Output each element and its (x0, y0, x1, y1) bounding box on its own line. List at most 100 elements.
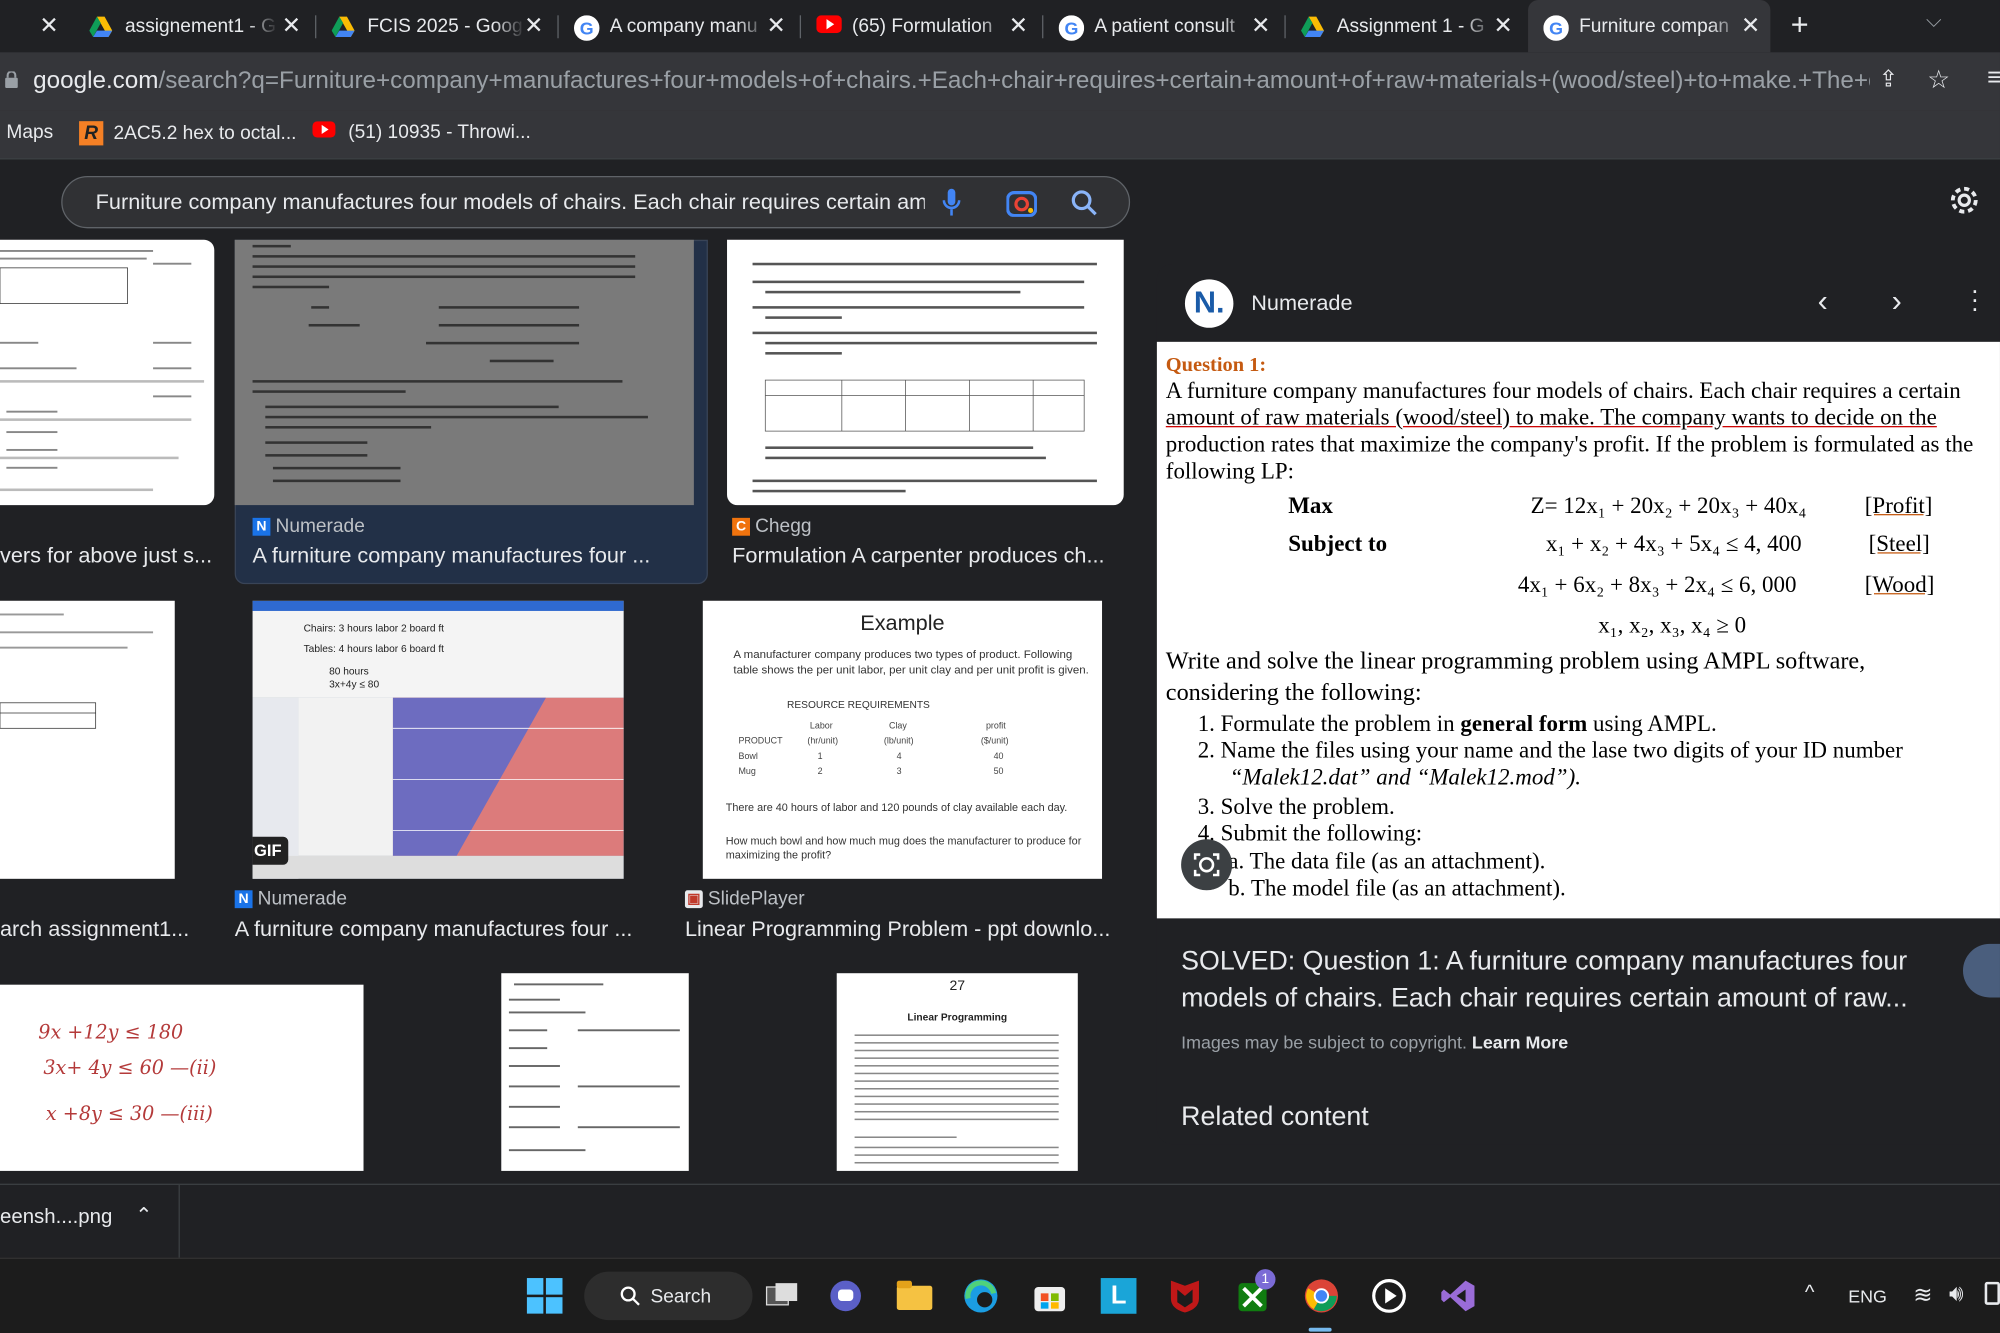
google-lens-icon[interactable] (1006, 189, 1038, 223)
close-icon[interactable]: ✕ (1251, 13, 1270, 40)
tab-fcis-2025[interactable]: FCIS 2025 - Goog ✕ (316, 0, 553, 52)
result-thumbnail[interactable]: 9x +12y ≤ 180 3x+ 4y ≤ 60 —(ii) x +8y ≤ … (0, 984, 364, 1171)
instruction-item: b. The model file (as an attachment). (1228, 874, 1566, 901)
result-caption[interactable]: Formulation A carpenter produces ch... (732, 543, 1121, 569)
tab-assignement1[interactable]: assignement1 - G ✕ (74, 0, 311, 52)
chevron-right-icon[interactable]: › (1892, 284, 1902, 320)
chevron-up-icon[interactable]: ⌃ (135, 1203, 152, 1229)
tab-furniture-compan[interactable]: G Furniture compan ✕ (1528, 0, 1771, 53)
search-input[interactable]: Furniture company manufactures four mode… (96, 190, 925, 216)
microphone-icon[interactable] (942, 187, 961, 224)
constraint-steel: x₁ + x₂ + 4x₃ + 5x₄ ≤ 4, 400 (1545, 530, 1802, 557)
svg-text:profit: profit (986, 720, 1006, 730)
close-icon[interactable]: ✕ (282, 13, 301, 40)
result-thumbnail[interactable] (234, 239, 694, 506)
result-thumbnail[interactable] (727, 239, 1124, 506)
close-icon[interactable]: ✕ (1009, 13, 1028, 40)
result-thumbnail[interactable] (0, 239, 215, 506)
tab-formulation[interactable]: (65) Formulation ✕ (801, 0, 1038, 52)
search-icon[interactable] (1070, 189, 1098, 223)
battery-icon[interactable] (1984, 1281, 2000, 1305)
bookmark-maps[interactable]: Maps (6, 121, 53, 143)
task-view-icon[interactable] (763, 1277, 801, 1315)
store-icon[interactable] (1031, 1277, 1069, 1315)
slideplayer-logo-icon: ▣ (684, 889, 703, 908)
share-icon[interactable]: ⇪ (1879, 66, 1898, 93)
mcafee-icon[interactable] (1166, 1277, 1204, 1315)
result-caption[interactable]: arch assignment1... (0, 917, 214, 943)
chevron-left-icon[interactable]: ‹ (1818, 284, 1828, 320)
chegg-logo-icon: C (732, 517, 750, 536)
media-player-icon[interactable] (1370, 1277, 1408, 1315)
instruction-text: Write and solve the linear programming p… (1165, 647, 1866, 675)
windows-start-icon[interactable] (526, 1277, 564, 1315)
tab-a-patient-consult[interactable]: G A patient consult ✕ (1043, 0, 1280, 52)
edge-icon[interactable] (962, 1277, 1000, 1315)
google-icon: G (1058, 14, 1085, 41)
result-thumbnail[interactable]: Chairs: 3 hours labor 2 board ft Tables: … (252, 600, 624, 879)
wifi-icon[interactable]: ≋ (1913, 1282, 1932, 1309)
youtube-icon (816, 14, 842, 38)
language-indicator[interactable]: ENG (1848, 1286, 1887, 1306)
search-box[interactable]: Furniture company manufactures four mode… (61, 176, 1131, 229)
download-item[interactable]: eensh....png (0, 1207, 112, 1230)
preview-image[interactable]: Question 1: A furniture company manufact… (1156, 341, 2000, 919)
new-tab-button[interactable]: + (1791, 8, 1809, 44)
menu-icon[interactable]: ≡ (1987, 64, 2000, 93)
result-thumbnail[interactable] (0, 600, 175, 879)
tab-title: Furniture compan (1579, 15, 1730, 37)
tab-close-button[interactable]: ✕ (26, 0, 69, 52)
bookmark-star-icon[interactable]: ☆ (1927, 64, 1950, 96)
close-icon[interactable]: ✕ (1741, 13, 1760, 40)
visit-button[interactable] (1962, 943, 2000, 998)
learn-more-link[interactable]: Learn More (1472, 1032, 1568, 1052)
numerade-logo-icon: N (252, 517, 271, 536)
result-thumbnail[interactable] (501, 973, 689, 1171)
lens-search-icon[interactable] (1181, 839, 1233, 891)
tab-search-chevron-icon[interactable]: ⌵ (1926, 10, 1941, 33)
close-icon[interactable]: ✕ (524, 13, 543, 40)
instruction-item: 1. Formulate the problem in general form… (1197, 710, 1717, 736)
tray-chevron-up-icon[interactable]: ^ (1805, 1282, 1815, 1305)
visual-studio-icon[interactable] (1439, 1277, 1477, 1315)
volume-icon[interactable]: 🔊︎ (1949, 1281, 1963, 1308)
instruction-item: 3. Solve the problem. (1197, 793, 1395, 819)
l-app-icon[interactable]: L (1099, 1277, 1137, 1315)
result-caption[interactable]: A furniture company manufactures four ..… (253, 543, 693, 569)
result-caption[interactable]: A furniture company manufactures four ..… (235, 917, 643, 943)
tab-title: FCIS 2025 - Goog (367, 15, 523, 37)
result-caption[interactable]: Linear Programming Problem - ppt downlo.… (685, 917, 1119, 943)
panel-title[interactable]: SOLVED: Question 1: A furniture company … (1181, 943, 1908, 1017)
result-caption[interactable]: vers for above just s... (0, 543, 214, 569)
tab-a-company-manu[interactable]: G A company manu ✕ (559, 0, 796, 52)
lp-heading: Linear Programming (907, 1011, 1008, 1023)
svg-text:40: 40 (994, 751, 1004, 761)
result-thumbnail[interactable]: Example A manufacturer company produces … (702, 600, 1103, 879)
close-icon[interactable]: ✕ (766, 13, 785, 40)
instruction-item: a. The data file (as an attachment). (1228, 848, 1546, 874)
taskbar-search[interactable]: Search (584, 1271, 753, 1321)
result-thumbnail[interactable]: 27 Linear Programming (836, 973, 1078, 1171)
bookmark-hex-to-octal[interactable]: R 2AC5.2 hex to octal... (79, 121, 296, 146)
file-explorer-icon[interactable] (895, 1277, 933, 1315)
svg-text:Mug: Mug (739, 766, 756, 776)
teams-chat-icon[interactable] (827, 1277, 865, 1315)
close-icon[interactable]: ✕ (39, 13, 58, 40)
panel-site-name[interactable]: Numerade (1251, 291, 1352, 317)
tab-title: A patient consult (1094, 15, 1235, 37)
profit-tag: [Profit] (1864, 492, 1933, 518)
related-content-heading: Related content (1181, 1102, 1369, 1132)
windows-taskbar: Search L 1 ^ ENG ≋ 🔊︎ (0, 1257, 2000, 1333)
settings-gear-icon[interactable] (1946, 182, 1982, 224)
example-footer: How much bowl and how much mug does the … (725, 834, 1082, 861)
url-text[interactable]: google.com/search?q=Furniture+company+ma… (33, 68, 1870, 96)
xbox-icon[interactable]: 1 (1235, 1269, 1276, 1315)
notification-badge: 1 (1255, 1269, 1276, 1290)
lock-icon[interactable] (5, 70, 18, 89)
chrome-icon[interactable] (1302, 1277, 1340, 1315)
tab-assignment-1[interactable]: Assignment 1 - G ✕ (1286, 0, 1523, 52)
close-icon[interactable]: ✕ (1493, 13, 1512, 40)
bookmark-throwing[interactable]: (51) 10935 - Throwi... (312, 121, 531, 143)
more-vert-icon[interactable]: · · · (1971, 278, 1980, 321)
tab-title: A company manu (609, 15, 758, 37)
